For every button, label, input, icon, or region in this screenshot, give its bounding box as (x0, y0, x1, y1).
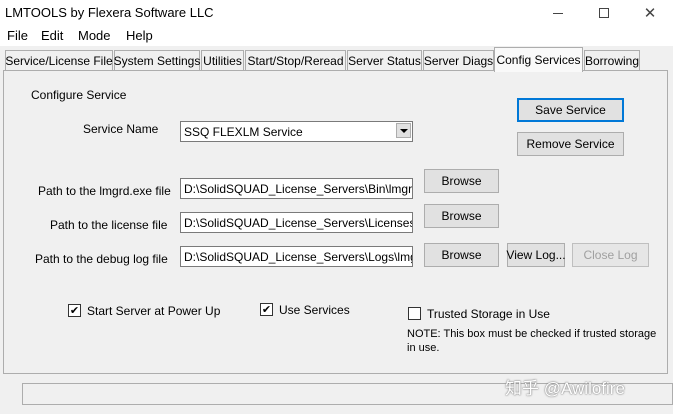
section-title: Configure Service (31, 88, 127, 102)
lmgrd-path-label: Path to the lmgrd.exe file (38, 184, 171, 198)
lmgrd-path-input[interactable]: D:\SolidSQUAD_License_Servers\Bin\lmgrd.… (180, 178, 413, 199)
checkmark-icon: ✔ (261, 303, 272, 316)
menu-file[interactable]: File (7, 28, 28, 43)
debug-log-browse-button[interactable]: Browse (424, 243, 499, 267)
chevron-down-icon (399, 128, 408, 133)
view-log-button[interactable]: View Log... (506, 243, 566, 267)
tab-server-diags[interactable]: Server Diags (423, 50, 494, 71)
tab-utilities[interactable]: Utilities (201, 50, 244, 71)
menu-help[interactable]: Help (126, 28, 153, 43)
menu-edit[interactable]: Edit (41, 28, 63, 43)
title-bar: LMTOOLS by Flexera Software LLC ✕ (0, 0, 673, 26)
checkmark-icon: ✔ (69, 304, 80, 317)
close-log-button[interactable]: Close Log (572, 243, 649, 267)
tab-server-status[interactable]: Server Status (347, 50, 422, 71)
start-power-up-label[interactable]: Start Server at Power Up (87, 304, 220, 318)
service-name-combobox[interactable]: SSQ FLEXLM Service (180, 121, 413, 142)
license-browse-button[interactable]: Browse (424, 204, 499, 228)
license-path-label: Path to the license file (50, 218, 168, 232)
save-service-button[interactable]: Save Service (517, 98, 624, 122)
window-title: LMTOOLS by Flexera Software LLC (5, 5, 214, 20)
service-name-value: SSQ FLEXLM Service (184, 125, 303, 139)
trusted-storage-note: NOTE: This box must be checked if truste… (407, 328, 657, 354)
use-services-checkbox[interactable]: ✔ (260, 303, 273, 316)
service-name-label: Service Name (83, 122, 159, 136)
start-power-up-checkbox[interactable]: ✔ (68, 304, 81, 317)
tab-strip: Service/License File System Settings Uti… (0, 47, 673, 72)
tab-start-stop-reread[interactable]: Start/Stop/Reread (245, 50, 346, 71)
trusted-storage-label[interactable]: Trusted Storage in Use (427, 307, 550, 321)
tab-system-settings[interactable]: System Settings (114, 50, 200, 71)
config-services-panel: Configure Service Service Name SSQ FLEXL… (3, 70, 668, 374)
close-button[interactable]: ✕ (627, 0, 673, 26)
lmgrd-browse-button[interactable]: Browse (424, 169, 499, 193)
minimize-button[interactable] (535, 0, 581, 26)
license-path-input[interactable]: D:\SolidSQUAD_License_Servers\Licenses\l… (180, 212, 413, 233)
lmtools-window: LMTOOLS by Flexera Software LLC ✕ File E… (0, 0, 673, 414)
dropdown-button[interactable] (396, 123, 411, 138)
remove-service-button[interactable]: Remove Service (517, 132, 624, 156)
menu-bar: File Edit Mode Help (0, 26, 673, 46)
tab-service-license-file[interactable]: Service/License File (5, 50, 113, 71)
menu-mode[interactable]: Mode (78, 28, 111, 43)
maximize-button[interactable] (581, 0, 627, 26)
use-services-label[interactable]: Use Services (279, 303, 350, 317)
maximize-icon (599, 8, 609, 18)
close-icon: ✕ (643, 4, 657, 22)
tab-borrowing[interactable]: Borrowing (584, 50, 640, 71)
debug-log-path-label: Path to the debug log file (35, 252, 168, 266)
watermark: 知乎 @Awilofire (505, 379, 625, 398)
debug-log-path-input[interactable]: D:\SolidSQUAD_License_Servers\Logs\lmgrd… (180, 246, 413, 267)
tab-config-services[interactable]: Config Services (494, 47, 583, 72)
minimize-icon (553, 12, 563, 14)
trusted-storage-checkbox[interactable] (408, 307, 421, 320)
